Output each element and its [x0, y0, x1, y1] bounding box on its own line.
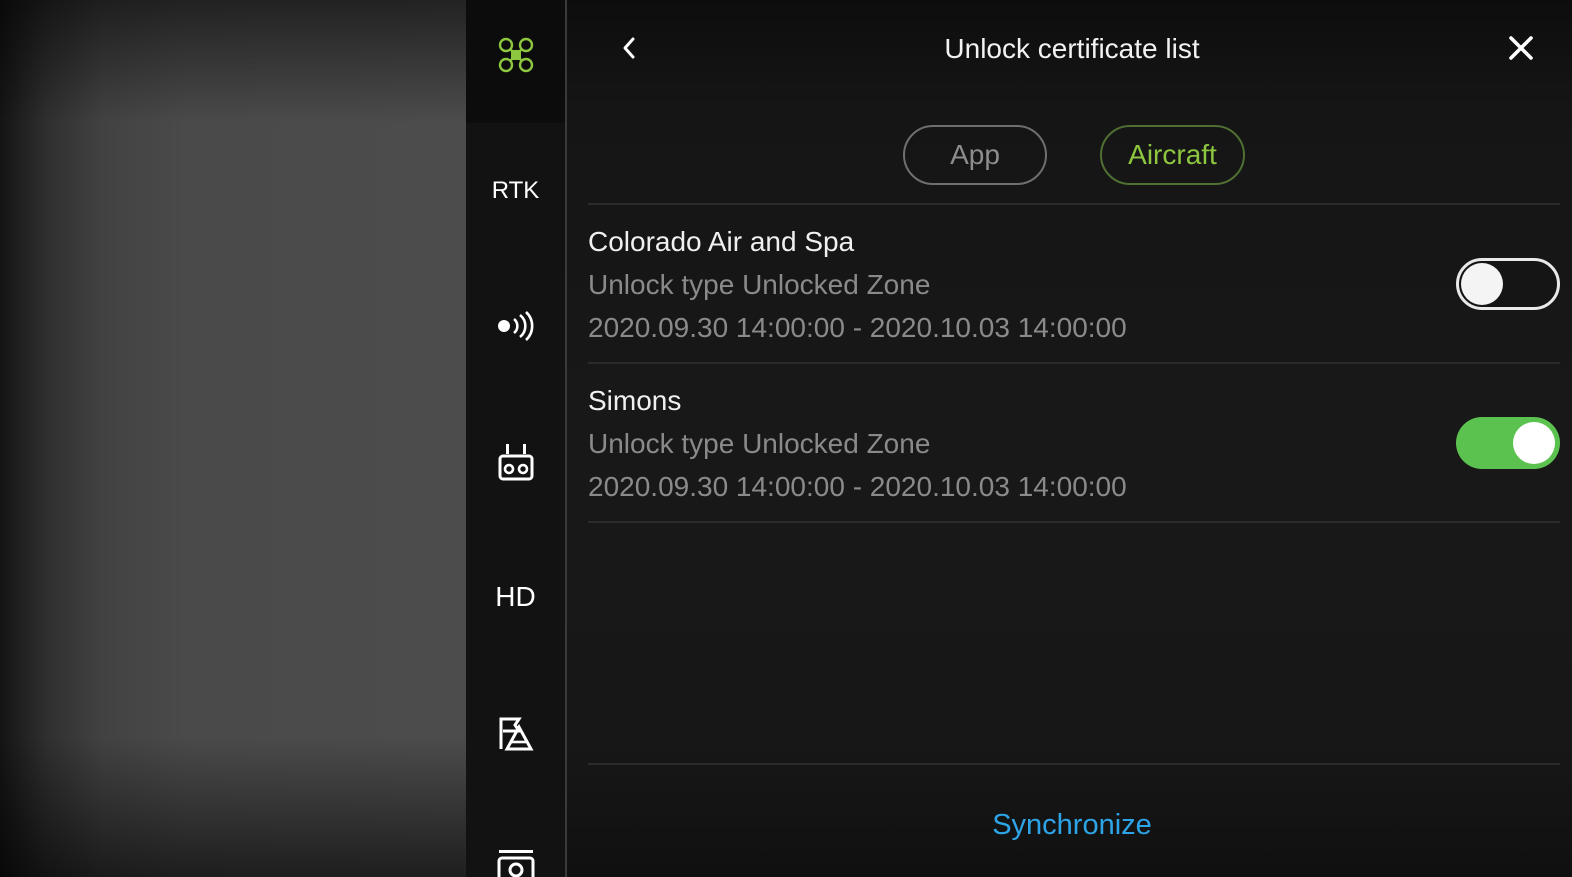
list-divider: [588, 521, 1560, 523]
sidebar-item-signal[interactable]: [466, 296, 565, 356]
sidebar-item-map[interactable]: [466, 703, 565, 763]
sidebar-item-rtk[interactable]: RTK: [466, 161, 565, 221]
remote-controller-icon: [498, 444, 533, 481]
sidebar-item-hd[interactable]: HD: [466, 567, 565, 627]
certificate-validity: 2020.09.30 14:00:00 - 2020.10.03 14:00:0…: [588, 471, 1127, 502]
certificate-unlock-type: Unlock type Unlocked Zone: [588, 428, 931, 459]
toggle-knob: [1513, 422, 1555, 464]
sidebar-item-aircraft[interactable]: [466, 25, 565, 85]
certificate-toggle[interactable]: [1456, 258, 1560, 310]
toggle-knob: [1461, 263, 1503, 305]
camera-icon: [497, 850, 534, 877]
footer-divider: [588, 763, 1560, 765]
list-divider: [588, 362, 1560, 364]
certificate-name: Simons: [588, 385, 682, 416]
certificate-item: Simons Unlock type Unlocked Zone 2020.09…: [588, 383, 1560, 541]
certificate-validity: 2020.09.30 14:00:00 - 2020.10.03 14:00:0…: [588, 312, 1127, 343]
certificate-unlock-type: Unlock type Unlocked Zone: [588, 269, 931, 300]
signal-icon: [497, 311, 533, 341]
tab-app[interactable]: App: [903, 125, 1047, 185]
close-icon: [1509, 36, 1533, 60]
unlock-certificate-panel: Unlock certificate list App Aircraft Col…: [567, 0, 1572, 877]
synchronize-button[interactable]: Synchronize: [567, 805, 1572, 845]
close-button[interactable]: [1505, 32, 1537, 64]
map-flag-icon: [499, 717, 534, 751]
app-root: RTK HD Unlock certificate list App Aircr…: [0, 0, 1572, 877]
sidebar-item-hd-label: HD: [495, 581, 536, 612]
certificate-name: Colorado Air and Spa: [588, 226, 855, 257]
certificate-toggle[interactable]: [1456, 417, 1560, 469]
aircraft-icon: [498, 37, 533, 73]
settings-sidebar: RTK HD: [466, 0, 565, 877]
sidebar-item-remote-controller[interactable]: [466, 432, 565, 492]
camera-preview: [0, 0, 466, 877]
sidebar-item-camera[interactable]: [466, 836, 565, 877]
sidebar-item-rtk-label: RTK: [491, 177, 540, 204]
page-title: Unlock certificate list: [944, 33, 1200, 64]
tab-aircraft[interactable]: Aircraft: [1100, 125, 1245, 185]
list-divider-top: [588, 203, 1560, 205]
certificate-item: Colorado Air and Spa Unlock type Unlocke…: [588, 224, 1560, 382]
